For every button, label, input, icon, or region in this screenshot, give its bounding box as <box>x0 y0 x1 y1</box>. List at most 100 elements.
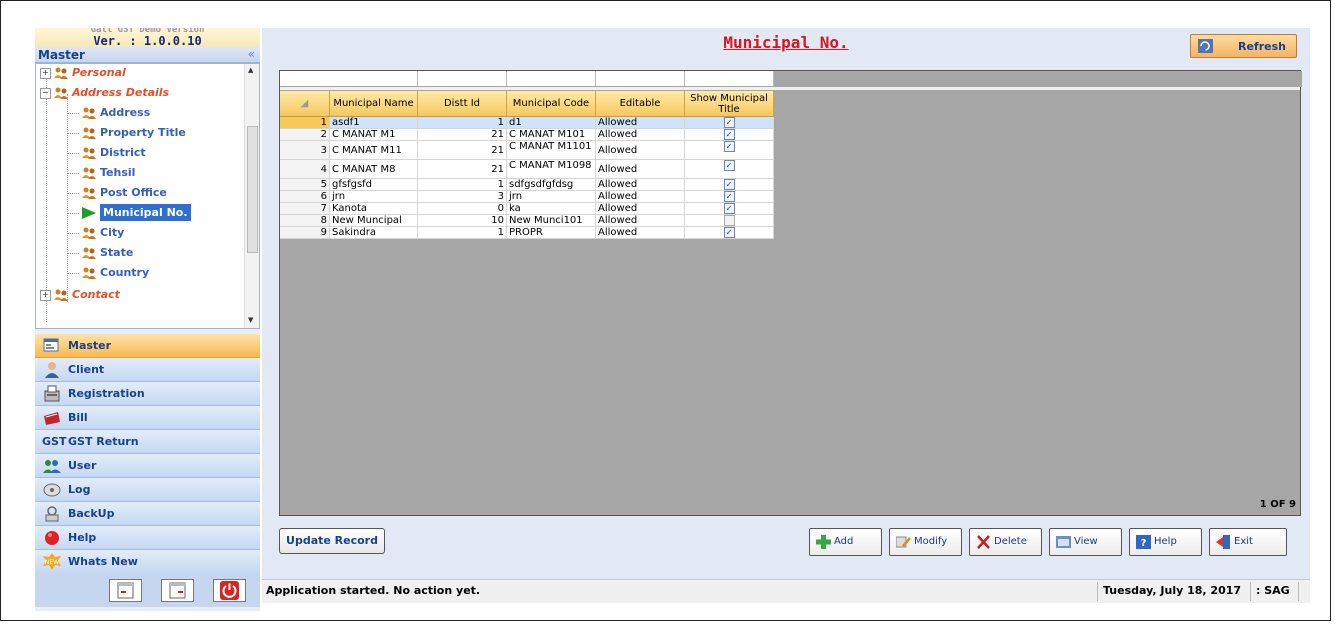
municipal-code-cell[interactable]: New Munci101 <box>507 215 596 227</box>
nav-item-bill[interactable]: Bill <box>35 406 260 430</box>
header-editable[interactable]: Editable <box>596 91 685 117</box>
municipal-name-cell[interactable]: C MANAT M8 <box>330 160 418 179</box>
municipal-code-cell[interactable]: C MANAT M1101 <box>507 141 596 160</box>
expand-plus-icon[interactable]: + <box>40 289 51 301</box>
municipal-name-cell[interactable]: C MANAT M1 <box>330 129 418 141</box>
tree-node-personal[interactable]: + Personal <box>40 64 126 82</box>
tree-node-address-details[interactable]: − Address Details <box>40 84 169 102</box>
scroll-thumb[interactable] <box>247 126 258 253</box>
show-title-checkbox[interactable]: ✓ <box>723 141 735 152</box>
nav-item-whats-new[interactable]: NEW Whats New <box>35 550 260 574</box>
window-layout-button-2[interactable] <box>161 579 194 602</box>
municipal-name-cell[interactable]: asdf1 <box>330 117 418 129</box>
row-number-cell[interactable]: 3 <box>280 141 330 160</box>
table-row[interactable]: 2C MANAT M1 21 C MANAT M101 Allowed ✓ <box>280 129 774 141</box>
table-row[interactable]: 1 asdf1 1 d1 Allowed ✓ <box>280 117 774 129</box>
distt-id-cell[interactable]: 21 <box>418 129 507 141</box>
editable-cell[interactable]: Allowed <box>596 160 685 179</box>
row-number-cell[interactable]: 8 <box>280 215 330 227</box>
header-municipal-code[interactable]: Municipal Code <box>507 91 596 117</box>
filter-cell-editable[interactable] <box>596 71 685 86</box>
municipal-code-cell[interactable]: d1 <box>507 117 596 129</box>
tree-item-municipal-no[interactable]: Municipal No. <box>81 204 191 222</box>
nav-item-gst-return[interactable]: GST GST Return <box>35 430 260 454</box>
help-button[interactable]: ? Help <box>1129 528 1202 556</box>
editable-cell[interactable]: Allowed <box>596 215 685 227</box>
municipal-name-cell[interactable]: C MANAT M11 <box>330 141 418 160</box>
filter-cell-show-title[interactable] <box>685 71 774 86</box>
show-title-checkbox[interactable]: ✓ <box>723 227 735 238</box>
nav-item-user[interactable]: User <box>35 454 260 478</box>
tree-item-district[interactable]: District <box>81 144 146 162</box>
distt-id-cell[interactable]: 3 <box>418 191 507 203</box>
table-row[interactable]: 5 gfsfgsfd 1 sdfgsdfgfdsg Allowed ✓ <box>280 179 774 191</box>
row-number-cell[interactable]: 2 <box>280 129 330 141</box>
municipal-code-cell[interactable]: jrn <box>507 191 596 203</box>
editable-cell[interactable]: Allowed <box>596 141 685 160</box>
show-title-checkbox[interactable]: ✓ <box>723 179 735 190</box>
tree-item-address[interactable]: Address <box>81 104 150 122</box>
row-number-cell[interactable]: 4 <box>280 160 330 179</box>
municipal-name-cell[interactable]: New Muncipal <box>330 215 418 227</box>
filter-cell-municipal-code[interactable] <box>507 71 596 86</box>
nav-item-registration[interactable]: Registration <box>35 382 260 406</box>
editable-cell[interactable]: Allowed <box>596 117 685 129</box>
modify-button[interactable]: Modify <box>889 528 962 556</box>
table-row[interactable]: 8 New Muncipal 10 New Munci101 Allowed <box>280 215 774 227</box>
nav-item-log[interactable]: Log <box>35 478 260 502</box>
show-title-checkbox[interactable]: ✓ <box>723 129 735 140</box>
table-row[interactable]: 6 jrn 3 jrn Allowed ✓ <box>280 191 774 203</box>
municipal-code-cell[interactable]: sdfgsdfgfdsg <box>507 179 596 191</box>
update-record-button[interactable]: Update Record <box>279 528 385 554</box>
collapse-chevron-icon[interactable]: « <box>248 47 255 61</box>
refresh-button[interactable]: Refresh <box>1190 34 1297 58</box>
scroll-up-icon[interactable]: ▲ <box>248 66 253 74</box>
expand-plus-icon[interactable]: + <box>40 67 51 79</box>
municipal-name-cell[interactable]: jrn <box>330 191 418 203</box>
show-title-checkbox[interactable]: ✓ <box>723 203 735 214</box>
expand-minus-icon[interactable]: − <box>40 87 51 99</box>
table-row[interactable]: 4C MANAT M8 21 C MANAT M1098 Allowed ✓ <box>280 160 774 179</box>
row-number-cell[interactable]: 9 <box>280 227 330 239</box>
municipal-name-cell[interactable]: Kanota <box>330 203 418 215</box>
tree-node-contact[interactable]: + Contact <box>40 286 120 304</box>
tree-item-property-title[interactable]: Property Title <box>81 124 186 142</box>
show-title-checkbox[interactable] <box>723 215 735 226</box>
distt-id-cell[interactable]: 21 <box>418 141 507 160</box>
municipal-name-cell[interactable]: Sakindra <box>330 227 418 239</box>
distt-id-cell[interactable]: 21 <box>418 160 507 179</box>
tree-item-state[interactable]: State <box>81 244 133 262</box>
table-row[interactable]: 9 Sakindra 1 PROPR Allowed ✓ <box>280 227 774 239</box>
scroll-down-icon[interactable]: ▼ <box>248 316 253 324</box>
row-number-cell[interactable]: 1 <box>280 117 330 129</box>
editable-cell[interactable]: Allowed <box>596 203 685 215</box>
row-number-cell[interactable]: 5 <box>280 179 330 191</box>
delete-button[interactable]: Delete <box>969 528 1042 556</box>
municipal-name-cell[interactable]: gfsfgsfd <box>330 179 418 191</box>
nav-item-client[interactable]: Client <box>35 358 260 382</box>
header-show-municipal-title[interactable]: Show Municipal Title <box>685 91 774 117</box>
tree-item-post-office[interactable]: Post Office <box>81 184 167 202</box>
show-title-checkbox[interactable]: ✓ <box>723 191 735 202</box>
municipal-code-cell[interactable]: PROPR <box>507 227 596 239</box>
add-button[interactable]: Add <box>809 528 882 556</box>
distt-id-cell[interactable]: 10 <box>418 215 507 227</box>
municipal-code-cell[interactable]: ka <box>507 203 596 215</box>
municipal-code-cell[interactable]: C MANAT M101 <box>507 129 596 141</box>
distt-id-cell[interactable]: 1 <box>418 117 507 129</box>
view-button[interactable]: View <box>1049 528 1122 556</box>
show-title-checkbox[interactable]: ✓ <box>723 160 735 171</box>
municipal-code-cell[interactable]: C MANAT M1098 <box>507 160 596 179</box>
nav-item-help[interactable]: Help <box>35 526 260 550</box>
tree-scrollbar[interactable]: ▲ ▼ <box>244 64 259 328</box>
distt-id-cell[interactable]: 1 <box>418 227 507 239</box>
nav-item-backup[interactable]: BackUp <box>35 502 260 526</box>
row-number-cell[interactable]: 6 <box>280 191 330 203</box>
filter-cell-distt-id[interactable] <box>418 71 507 86</box>
power-button[interactable] <box>213 579 246 602</box>
editable-cell[interactable]: Allowed <box>596 179 685 191</box>
nav-item-master[interactable]: Master <box>35 334 260 358</box>
tree-item-country[interactable]: Country <box>81 264 149 282</box>
editable-cell[interactable]: Allowed <box>596 191 685 203</box>
tree-item-city[interactable]: City <box>81 224 124 242</box>
